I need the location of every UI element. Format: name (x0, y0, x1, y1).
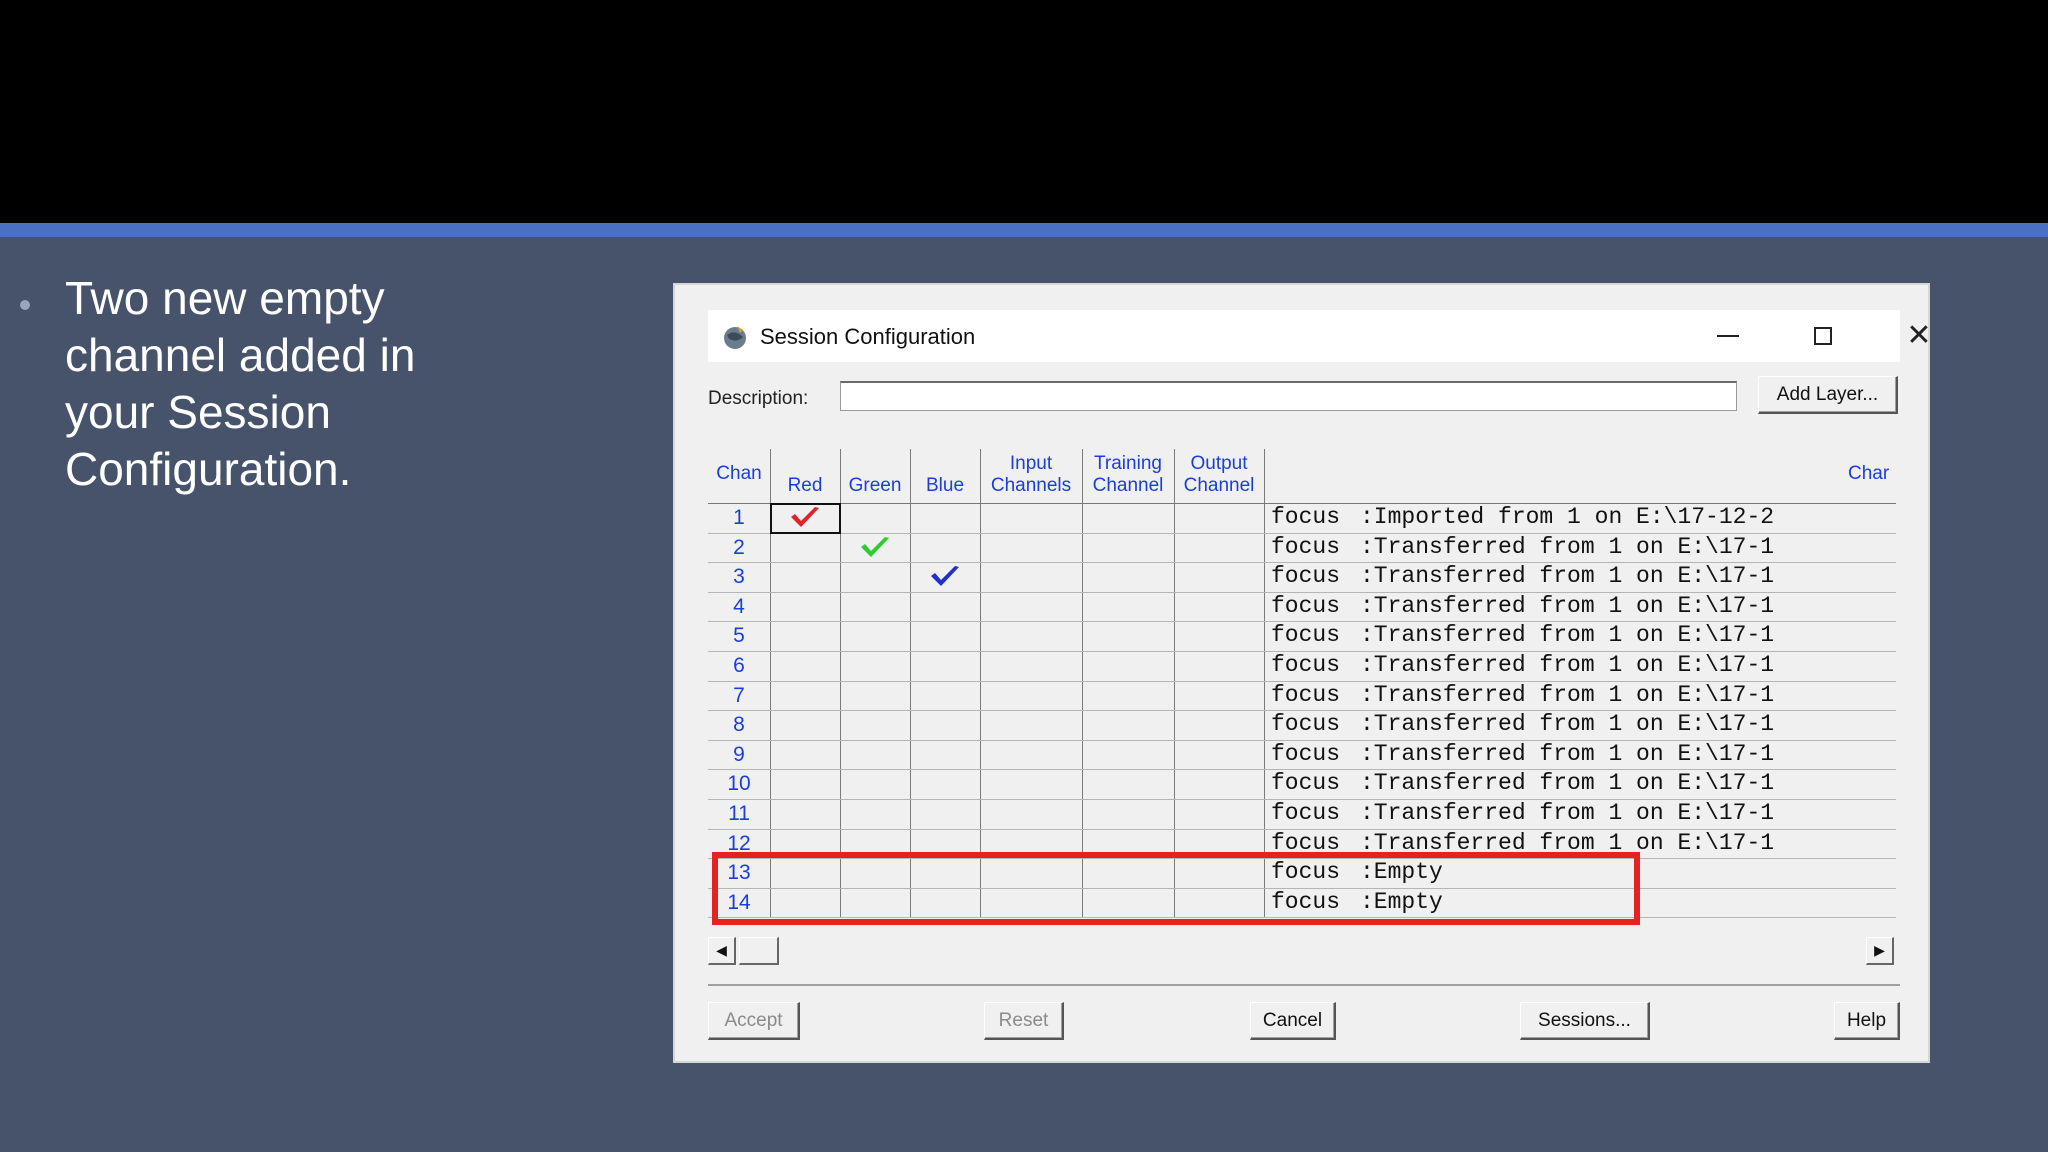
maximize-button[interactable] (1788, 314, 1858, 358)
scroll-right-button[interactable]: ▶ (1866, 937, 1894, 965)
channel-description[interactable]: :Transferred from 1 on E:\17-1 (1360, 800, 1896, 826)
channel-layer-name[interactable]: focus (1271, 770, 1340, 796)
bullet-dot (20, 300, 30, 310)
column-header-red[interactable]: Red (770, 475, 840, 497)
description-input[interactable] (840, 381, 1737, 411)
channel-description[interactable]: :Transferred from 1 on E:\17-1 (1360, 622, 1896, 648)
column-header-chan[interactable]: Chan (708, 463, 770, 485)
channel-layer-name[interactable]: focus (1271, 800, 1340, 826)
sessions-button[interactable]: Sessions... (1520, 1002, 1650, 1040)
column-divider (1264, 449, 1265, 918)
bottom-separator (708, 984, 1900, 986)
help-button[interactable]: Help (1834, 1002, 1900, 1040)
channel-layer-name[interactable]: focus (1271, 652, 1340, 678)
channel-layer-name[interactable]: focus (1271, 622, 1340, 648)
column-header-training-line1: Training (1094, 453, 1162, 474)
empty-channels-highlight (712, 852, 1640, 926)
channel-description[interactable]: :Transferred from 1 on E:\17-1 (1360, 682, 1896, 708)
dialog-content: Description: Add Layer... Chan Red Green… (708, 362, 1900, 1040)
column-header-truncated[interactable]: Char (1848, 463, 1896, 485)
blue-check-icon[interactable] (928, 564, 962, 590)
channel-table: Chan Red Green Blue Input Channels Traini… (708, 449, 1896, 926)
session-config-screenshot: Session Configuration ✕ Description: Add… (673, 283, 1932, 1063)
minimize-icon (1717, 335, 1739, 337)
row-number[interactable]: 10 (708, 770, 770, 799)
column-header-green[interactable]: Green (840, 475, 910, 497)
scroll-left-button[interactable]: ◀ (708, 937, 736, 965)
column-header-output-line2: Channel (1183, 475, 1255, 496)
column-header-input-line1: Input (1009, 453, 1053, 474)
channel-description[interactable]: :Transferred from 1 on E:\17-1 (1360, 741, 1896, 767)
channel-description[interactable]: :Transferred from 1 on E:\17-1 (1360, 593, 1896, 619)
green-check-icon[interactable] (858, 535, 892, 561)
cancel-button[interactable]: Cancel (1250, 1002, 1336, 1040)
globe-app-icon (724, 326, 746, 349)
minimize-button[interactable] (1693, 314, 1763, 358)
add-layer-button[interactable]: Add Layer... (1758, 376, 1898, 414)
row-number[interactable]: 5 (708, 622, 770, 651)
row-number[interactable]: 7 (708, 681, 770, 711)
slide-bullet-text: Two new empty channel added in your Sess… (65, 272, 416, 495)
reset-button[interactable]: Reset (984, 1002, 1064, 1040)
horizontal-scrollbar[interactable]: ◀ ▶ (708, 937, 1896, 971)
column-header-output-line1: Output (1190, 453, 1248, 474)
close-icon: ✕ (1906, 319, 1932, 352)
channel-description[interactable]: :Transferred from 1 on E:\17-1 (1360, 534, 1896, 560)
row-number[interactable]: 1 (708, 504, 770, 533)
row-number[interactable]: 9 (708, 740, 770, 770)
channel-description[interactable]: :Transferred from 1 on E:\17-1 (1360, 711, 1896, 737)
channel-description[interactable]: :Transferred from 1 on E:\17-1 (1360, 770, 1896, 796)
channel-layer-name[interactable]: focus (1271, 534, 1340, 560)
column-divider (1174, 449, 1175, 918)
description-label: Description: (708, 388, 809, 409)
column-divider (910, 449, 911, 918)
channel-layer-name[interactable]: focus (1271, 504, 1340, 530)
slide-top-band (0, 0, 2048, 223)
channel-layer-name[interactable]: focus (1271, 682, 1340, 708)
row-number[interactable]: 8 (708, 711, 770, 740)
channel-description[interactable]: :Imported from 1 on E:\17-12-2 (1360, 504, 1896, 530)
row-number[interactable]: 11 (708, 800, 770, 829)
channel-layer-name[interactable]: focus (1271, 741, 1340, 767)
accept-button[interactable]: Accept (708, 1002, 800, 1040)
close-button[interactable]: ✕ (1884, 314, 1954, 358)
column-divider (980, 449, 981, 918)
maximize-icon (1814, 327, 1832, 345)
window-title: Session Configuration (760, 324, 976, 349)
column-header-output-channel[interactable]: Output Channel (1174, 453, 1264, 497)
session-config-window: Session Configuration ✕ Description: Add… (708, 310, 1932, 1040)
column-divider (1082, 449, 1083, 918)
row-number[interactable]: 6 (708, 652, 770, 681)
channel-description[interactable]: :Transferred from 1 on E:\17-1 (1360, 563, 1896, 589)
selected-cell (770, 503, 841, 534)
window-titlebar[interactable]: Session Configuration ✕ (708, 310, 1932, 362)
column-header-blue[interactable]: Blue (910, 475, 980, 497)
row-number[interactable]: 2 (708, 533, 770, 563)
row-number[interactable]: 4 (708, 592, 770, 622)
scroll-thumb[interactable] (739, 937, 779, 965)
slide-accent-bar (0, 223, 2048, 237)
channel-layer-name[interactable]: focus (1271, 711, 1340, 737)
column-header-training-channel[interactable]: Training Channel (1082, 453, 1174, 497)
row-number[interactable]: 3 (708, 563, 770, 592)
channel-layer-name[interactable]: focus (1271, 563, 1340, 589)
column-header-input-line2: Channels (990, 475, 1072, 496)
column-header-input-channels[interactable]: Input Channels (980, 453, 1082, 497)
channel-description[interactable]: :Transferred from 1 on E:\17-1 (1360, 652, 1896, 678)
channel-layer-name[interactable]: focus (1271, 593, 1340, 619)
column-header-training-line2: Channel (1092, 475, 1164, 496)
